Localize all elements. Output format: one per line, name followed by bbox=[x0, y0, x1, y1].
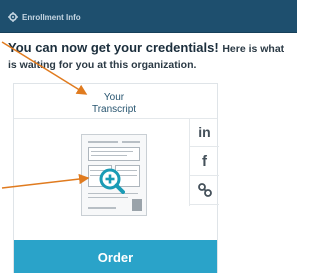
order-button[interactable]: Order bbox=[14, 240, 217, 273]
card-title-line1: Your bbox=[103, 92, 125, 103]
gear-icon bbox=[8, 12, 18, 22]
linkedin-icon: in bbox=[198, 124, 211, 140]
headline-subtext: Here is what bbox=[222, 43, 285, 55]
share-column: in f bbox=[189, 118, 219, 206]
facebook-icon: f bbox=[202, 152, 207, 170]
intro-headline: You can now get your credentials! Here i… bbox=[8, 40, 296, 57]
zoom-in-icon[interactable] bbox=[99, 168, 125, 194]
card-title: Your Transcript bbox=[14, 92, 214, 116]
facebook-share-button[interactable]: f bbox=[190, 147, 219, 176]
headline-text: You can now get your credentials! bbox=[8, 40, 219, 55]
card-title-line2: Transcript bbox=[91, 104, 137, 115]
header-title: Enrollment Info bbox=[8, 9, 81, 25]
intro-subtext-line2: is waiting for you at this organization. bbox=[8, 59, 197, 71]
enrollment-info-header: Enrollment Info bbox=[0, 0, 297, 33]
transcript-card: Your Transcript in f Order bbox=[13, 83, 219, 273]
card-divider bbox=[14, 118, 217, 119]
linkedin-share-button[interactable]: in bbox=[190, 118, 219, 147]
copy-link-button[interactable] bbox=[190, 176, 219, 205]
link-icon bbox=[197, 183, 212, 197]
header-title-text: Enrollment Info bbox=[22, 12, 81, 22]
